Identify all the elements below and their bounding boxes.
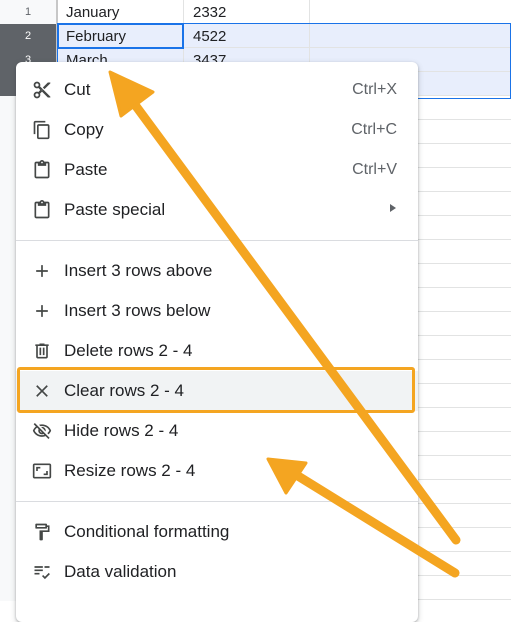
menu-item-paste[interactable]: Paste Ctrl+V (16, 150, 418, 190)
table-row: 1 January 2332 (0, 0, 511, 24)
clipboard-icon (32, 160, 52, 180)
eye-off-icon (32, 421, 52, 441)
resize-icon (32, 461, 52, 481)
cell[interactable] (310, 0, 511, 24)
active-cell-border (57, 23, 184, 49)
trash-icon (32, 341, 52, 361)
menu-item-label: Paste (64, 160, 108, 179)
menu-item-label: Resize rows 2 - 4 (64, 461, 196, 480)
menu-item-data-validation[interactable]: Data validation (16, 552, 418, 592)
menu-item-insert-rows-below[interactable]: Insert 3 rows below (16, 291, 418, 331)
row-header[interactable]: 2 (0, 24, 57, 48)
menu-item-label: Delete rows 2 - 4 (64, 341, 193, 360)
menu-item-label: Conditional formatting (64, 522, 230, 541)
shortcut-label: Ctrl+V (352, 161, 397, 178)
menu-item-label: Data validation (64, 562, 177, 581)
clipboard-icon (32, 200, 52, 220)
checklist-icon (32, 562, 52, 582)
plus-icon (32, 301, 52, 321)
menu-item-label: Paste special (64, 200, 166, 219)
menu-item-insert-rows-above[interactable]: Insert 3 rows above (16, 251, 418, 291)
triangle-right-icon (390, 204, 396, 212)
menu-item-label: Copy (64, 120, 104, 139)
cell[interactable]: 2332 (184, 0, 310, 24)
menu-item-delete-rows[interactable]: Delete rows 2 - 4 (16, 331, 418, 371)
shortcut-label: Ctrl+X (352, 81, 397, 98)
menu-item-copy[interactable]: Copy Ctrl+C (16, 110, 418, 150)
scissors-icon (32, 80, 52, 100)
plus-icon (32, 261, 52, 281)
menu-item-label: Hide rows 2 - 4 (64, 421, 179, 440)
menu-divider (16, 501, 418, 502)
menu-item-label: Insert 3 rows below (64, 301, 211, 320)
copy-icon (32, 120, 52, 140)
paint-roller-icon (32, 522, 52, 542)
menu-item-resize-rows[interactable]: Resize rows 2 - 4 (16, 451, 418, 491)
menu-item-label: Cut (64, 80, 91, 99)
cell[interactable]: January (57, 0, 184, 24)
menu-item-paste-special[interactable]: Paste special (16, 190, 418, 230)
menu-item-label: Insert 3 rows above (64, 261, 213, 280)
context-menu: Cut Ctrl+X Copy Ctrl+C Paste Ctrl+V Past… (16, 62, 418, 622)
menu-item-hide-rows[interactable]: Hide rows 2 - 4 (16, 411, 418, 451)
annotation-highlight-box (17, 367, 415, 413)
menu-item-cut[interactable]: Cut Ctrl+X (16, 70, 418, 110)
row-header[interactable]: 1 (0, 0, 57, 24)
menu-divider (16, 240, 418, 241)
menu-item-conditional-formatting[interactable]: Conditional formatting (16, 512, 418, 552)
shortcut-label: Ctrl+C (351, 121, 397, 138)
